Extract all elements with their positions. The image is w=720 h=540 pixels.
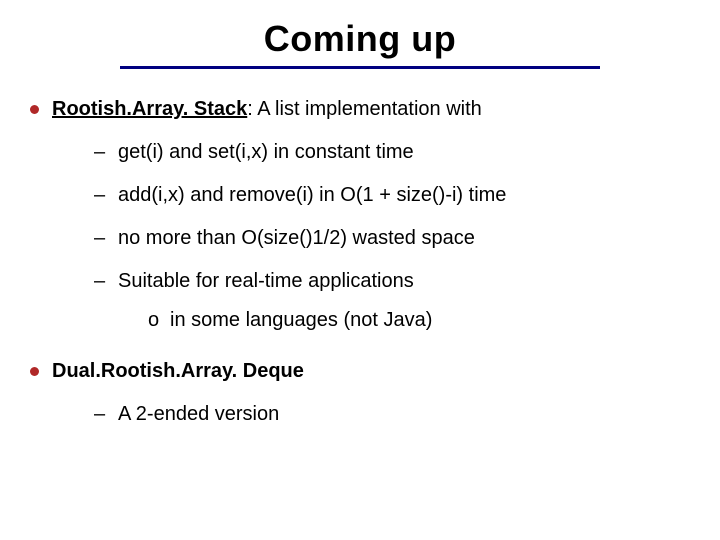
dash-icon: – — [94, 140, 105, 165]
sub-bullet: – add(i,x) and remove(i) in O(1 + size()… — [52, 183, 694, 208]
sub-bullet: – Suitable for real-time applications — [52, 269, 694, 294]
bullet-text: Rootish.Array. Stack: A list implementat… — [52, 98, 482, 120]
bullet-dot-icon — [30, 105, 39, 114]
sub-bullet-text: no more than O(size()1/2) wasted space — [118, 227, 475, 249]
subsub-bullet: o in some languages (not Java) — [52, 308, 694, 333]
title-underline — [120, 66, 600, 69]
subsub-bullet-text: in some languages (not Java) — [170, 309, 432, 331]
dash-icon: – — [94, 269, 105, 294]
dash-icon: – — [94, 226, 105, 251]
bullet-dual-rootish-array-deque: Dual.Rootish.Array. Deque – A 2-ended ve… — [26, 359, 694, 427]
slide-content: Rootish.Array. Stack: A list implementat… — [0, 97, 720, 427]
bullet-text: Dual.Rootish.Array. Deque — [52, 360, 304, 382]
sub-bullet-text: Suitable for real-time applications — [118, 270, 414, 292]
sub-bullet-text: add(i,x) and remove(i) in O(1 + size()-i… — [118, 184, 506, 206]
sub-bullet-text: get(i) and set(i,x) in constant time — [118, 141, 414, 163]
bullet-head: Rootish.Array. Stack — [52, 98, 247, 120]
sub-bullet: – no more than O(size()1/2) wasted space — [52, 226, 694, 251]
bullet-rest: : A list implementation with — [247, 98, 482, 120]
bullet-rootish-array-stack: Rootish.Array. Stack: A list implementat… — [26, 97, 694, 333]
dash-icon: – — [94, 183, 105, 208]
bullet-dot-icon — [30, 367, 39, 376]
circle-icon: o — [148, 308, 159, 333]
slide: Coming up Rootish.Array. Stack: A list i… — [0, 0, 720, 540]
sub-bullet-text: A 2-ended version — [118, 403, 279, 425]
sub-bullet: – A 2-ended version — [52, 402, 694, 427]
bullet-head: Dual.Rootish.Array. Deque — [52, 360, 304, 382]
dash-icon: – — [94, 402, 105, 427]
sub-bullet: – get(i) and set(i,x) in constant time — [52, 140, 694, 165]
slide-title: Coming up — [0, 18, 720, 60]
